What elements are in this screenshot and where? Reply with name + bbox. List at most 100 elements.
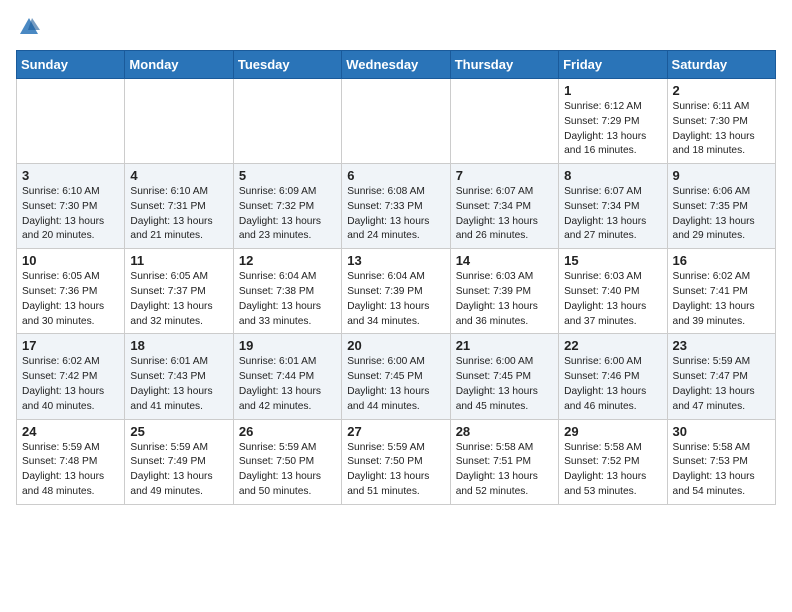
- calendar-cell: 19 Sunrise: 6:01 AM Sunset: 7:44 PM Dayli…: [233, 334, 341, 419]
- calendar-cell: 16 Sunrise: 6:02 AM Sunset: 7:41 PM Dayli…: [667, 249, 775, 334]
- calendar-cell: 20 Sunrise: 6:00 AM Sunset: 7:45 PM Dayli…: [342, 334, 450, 419]
- day-number: 26: [239, 424, 336, 439]
- day-number: 14: [456, 253, 553, 268]
- cell-info: Sunrise: 6:00 AM Sunset: 7:46 PM Dayligh…: [564, 355, 661, 414]
- calendar-cell: 29 Sunrise: 5:58 AM Sunset: 7:52 PM Dayli…: [559, 419, 667, 504]
- calendar-cell: 1 Sunrise: 6:12 AM Sunset: 7:29 PM Daylig…: [559, 79, 667, 164]
- weekday-header-tuesday: Tuesday: [233, 51, 341, 79]
- calendar-cell: 8 Sunrise: 6:07 AM Sunset: 7:34 PM Daylig…: [559, 164, 667, 249]
- cell-info: Sunrise: 5:58 AM Sunset: 7:51 PM Dayligh…: [456, 441, 553, 500]
- weekday-header-row: SundayMondayTuesdayWednesdayThursdayFrid…: [17, 51, 776, 79]
- day-number: 19: [239, 338, 336, 353]
- cell-info: Sunrise: 5:58 AM Sunset: 7:53 PM Dayligh…: [673, 441, 770, 500]
- cell-info: Sunrise: 6:07 AM Sunset: 7:34 PM Dayligh…: [564, 185, 661, 244]
- day-number: 5: [239, 168, 336, 183]
- calendar-cell: 26Sunrise: 5:59 AM Sunset: 7:50 PM Dayli…: [233, 419, 341, 504]
- day-number: 10: [22, 253, 119, 268]
- day-number: 17: [22, 338, 119, 353]
- day-number: 8: [564, 168, 661, 183]
- calendar-cell: [450, 79, 558, 164]
- calendar-cell: 15Sunrise: 6:03 AM Sunset: 7:40 PM Dayli…: [559, 249, 667, 334]
- calendar: SundayMondayTuesdayWednesdayThursdayFrid…: [16, 50, 776, 505]
- day-number: 4: [130, 168, 227, 183]
- day-number: 9: [673, 168, 770, 183]
- day-number: 30: [673, 424, 770, 439]
- cell-info: Sunrise: 6:06 AM Sunset: 7:35 PM Dayligh…: [673, 185, 770, 244]
- calendar-cell: 18 Sunrise: 6:01 AM Sunset: 7:43 PM Dayli…: [125, 334, 233, 419]
- cell-info: Sunrise: 6:05 AM Sunset: 7:37 PM Dayligh…: [130, 270, 227, 329]
- calendar-cell: 5 Sunrise: 6:09 AM Sunset: 7:32 PM Daylig…: [233, 164, 341, 249]
- calendar-cell: [342, 79, 450, 164]
- week-row-2: 3 Sunrise: 6:10 AM Sunset: 7:30 PM Daylig…: [17, 164, 776, 249]
- calendar-cell: 24 Sunrise: 5:59 AM Sunset: 7:48 PM Dayli…: [17, 419, 125, 504]
- cell-info: Sunrise: 6:02 AM Sunset: 7:41 PM Dayligh…: [673, 270, 770, 329]
- calendar-cell: 30 Sunrise: 5:58 AM Sunset: 7:53 PM Dayli…: [667, 419, 775, 504]
- logo-icon: [18, 16, 40, 38]
- day-number: 24: [22, 424, 119, 439]
- calendar-cell: 9 Sunrise: 6:06 AM Sunset: 7:35 PM Daylig…: [667, 164, 775, 249]
- calendar-cell: 25 Sunrise: 5:59 AM Sunset: 7:49 PM Dayli…: [125, 419, 233, 504]
- cell-info: Sunrise: 6:08 AM Sunset: 7:33 PM Dayligh…: [347, 185, 444, 244]
- day-number: 28: [456, 424, 553, 439]
- week-row-3: 10 Sunrise: 6:05 AM Sunset: 7:36 PM Dayli…: [17, 249, 776, 334]
- day-number: 16: [673, 253, 770, 268]
- calendar-cell: 11 Sunrise: 6:05 AM Sunset: 7:37 PM Dayli…: [125, 249, 233, 334]
- day-number: 12: [239, 253, 336, 268]
- cell-info: Sunrise: 5:58 AM Sunset: 7:52 PM Dayligh…: [564, 441, 661, 500]
- cell-info: Sunrise: 6:00 AM Sunset: 7:45 PM Dayligh…: [347, 355, 444, 414]
- weekday-header-monday: Monday: [125, 51, 233, 79]
- cell-info: Sunrise: 6:07 AM Sunset: 7:34 PM Dayligh…: [456, 185, 553, 244]
- day-number: 7: [456, 168, 553, 183]
- weekday-header-saturday: Saturday: [667, 51, 775, 79]
- day-number: 27: [347, 424, 444, 439]
- cell-info: Sunrise: 6:04 AM Sunset: 7:39 PM Dayligh…: [347, 270, 444, 329]
- calendar-cell: 28 Sunrise: 5:58 AM Sunset: 7:51 PM Dayli…: [450, 419, 558, 504]
- cell-info: Sunrise: 6:03 AM Sunset: 7:39 PM Dayligh…: [456, 270, 553, 329]
- cell-info: Sunrise: 6:01 AM Sunset: 7:44 PM Dayligh…: [239, 355, 336, 414]
- day-number: 22: [564, 338, 661, 353]
- header: [16, 16, 776, 38]
- week-row-4: 17Sunrise: 6:02 AM Sunset: 7:42 PM Dayli…: [17, 334, 776, 419]
- page: SundayMondayTuesdayWednesdayThursdayFrid…: [0, 0, 792, 515]
- day-number: 3: [22, 168, 119, 183]
- cell-info: Sunrise: 5:59 AM Sunset: 7:50 PM Dayligh…: [347, 441, 444, 500]
- day-number: 13: [347, 253, 444, 268]
- calendar-cell: 4 Sunrise: 6:10 AM Sunset: 7:31 PM Daylig…: [125, 164, 233, 249]
- cell-info: Sunrise: 6:04 AM Sunset: 7:38 PM Dayligh…: [239, 270, 336, 329]
- cell-info: Sunrise: 6:10 AM Sunset: 7:31 PM Dayligh…: [130, 185, 227, 244]
- calendar-cell: 23Sunrise: 5:59 AM Sunset: 7:47 PM Dayli…: [667, 334, 775, 419]
- day-number: 11: [130, 253, 227, 268]
- calendar-cell: 12 Sunrise: 6:04 AM Sunset: 7:38 PM Dayli…: [233, 249, 341, 334]
- day-number: 18: [130, 338, 227, 353]
- weekday-header-sunday: Sunday: [17, 51, 125, 79]
- cell-info: Sunrise: 6:00 AM Sunset: 7:45 PM Dayligh…: [456, 355, 553, 414]
- day-number: 2: [673, 83, 770, 98]
- cell-info: Sunrise: 5:59 AM Sunset: 7:48 PM Dayligh…: [22, 441, 119, 500]
- day-number: 6: [347, 168, 444, 183]
- cell-info: Sunrise: 6:01 AM Sunset: 7:43 PM Dayligh…: [130, 355, 227, 414]
- calendar-cell: 13 Sunrise: 6:04 AM Sunset: 7:39 PM Dayli…: [342, 249, 450, 334]
- calendar-cell: 22 Sunrise: 6:00 AM Sunset: 7:46 PM Dayli…: [559, 334, 667, 419]
- cell-info: Sunrise: 6:09 AM Sunset: 7:32 PM Dayligh…: [239, 185, 336, 244]
- calendar-cell: 7 Sunrise: 6:07 AM Sunset: 7:34 PM Daylig…: [450, 164, 558, 249]
- weekday-header-thursday: Thursday: [450, 51, 558, 79]
- calendar-cell: 2Sunrise: 6:11 AM Sunset: 7:30 PM Daylig…: [667, 79, 775, 164]
- calendar-cell: 3 Sunrise: 6:10 AM Sunset: 7:30 PM Daylig…: [17, 164, 125, 249]
- calendar-cell: 6 Sunrise: 6:08 AM Sunset: 7:33 PM Daylig…: [342, 164, 450, 249]
- logo: [16, 16, 40, 38]
- day-number: 25: [130, 424, 227, 439]
- day-number: 20: [347, 338, 444, 353]
- weekday-header-wednesday: Wednesday: [342, 51, 450, 79]
- calendar-cell: 14 Sunrise: 6:03 AM Sunset: 7:39 PM Dayli…: [450, 249, 558, 334]
- day-number: 21: [456, 338, 553, 353]
- day-number: 1: [564, 83, 661, 98]
- cell-info: Sunrise: 6:05 AM Sunset: 7:36 PM Dayligh…: [22, 270, 119, 329]
- day-number: 15: [564, 253, 661, 268]
- calendar-cell: [125, 79, 233, 164]
- calendar-cell: 27 Sunrise: 5:59 AM Sunset: 7:50 PM Dayli…: [342, 419, 450, 504]
- cell-info: Sunrise: 6:12 AM Sunset: 7:29 PM Dayligh…: [564, 100, 661, 159]
- cell-info: Sunrise: 5:59 AM Sunset: 7:49 PM Dayligh…: [130, 441, 227, 500]
- cell-info: Sunrise: 6:10 AM Sunset: 7:30 PM Dayligh…: [22, 185, 119, 244]
- day-number: 29: [564, 424, 661, 439]
- weekday-header-friday: Friday: [559, 51, 667, 79]
